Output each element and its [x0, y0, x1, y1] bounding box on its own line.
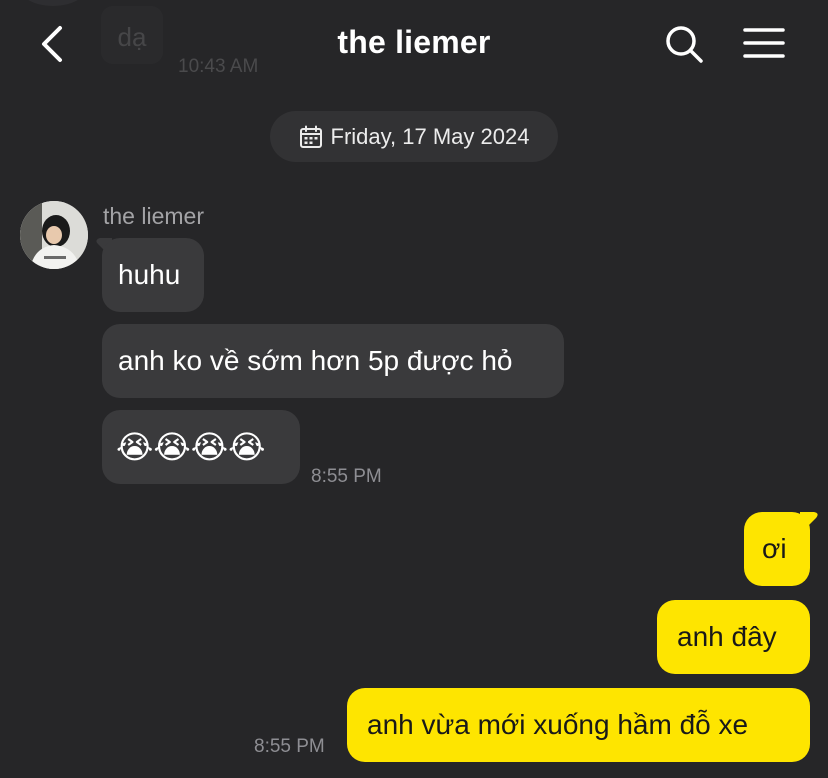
sender-avatar[interactable] [20, 201, 88, 269]
emoji-message-text: 😭😭😭😭 [116, 429, 266, 465]
search-icon [666, 26, 703, 63]
sender-name: the liemer [103, 203, 204, 229]
message-text: huhu [118, 259, 181, 290]
incoming-message-bubble[interactable]: huhu [102, 238, 204, 312]
message-text: anh vừa mới xuống hầm đỗ xe [367, 709, 749, 740]
menu-button[interactable] [740, 22, 788, 66]
chat-header: the liemer [0, 0, 828, 90]
hamburger-menu-icon [743, 28, 785, 58]
search-button[interactable] [662, 22, 706, 66]
message-text: anh đây [677, 621, 777, 652]
outgoing-message-bubble[interactable]: anh vừa mới xuống hầm đỗ xe [347, 688, 810, 762]
profile-photo-icon [20, 201, 88, 269]
outgoing-timestamp: 8:55 PM [254, 736, 325, 757]
date-label: Friday, 17 May 2024 [330, 123, 530, 149]
incoming-message-bubble[interactable]: anh ko về sớm hơn 5p được hỏ [102, 324, 564, 398]
incoming-timestamp: 8:55 PM [311, 466, 382, 487]
calendar-icon [299, 125, 322, 148]
outgoing-message-bubble[interactable]: ơi [744, 512, 810, 586]
message-text: ơi [762, 533, 787, 564]
incoming-message-bubble[interactable]: 😭😭😭😭 [102, 410, 300, 484]
message-text: anh ko về sớm hơn 5p được hỏ [118, 345, 513, 376]
outgoing-message-bubble[interactable]: anh đây [657, 600, 810, 674]
date-separator: Friday, 17 May 2024 [270, 111, 558, 162]
